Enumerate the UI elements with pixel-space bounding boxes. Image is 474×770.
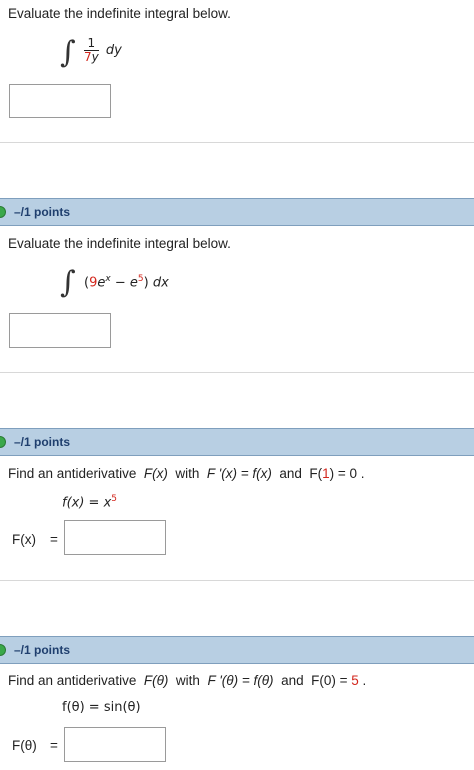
q3-with: with (175, 466, 200, 481)
q2-integrand: (9ex − e5) dx (84, 274, 169, 290)
q1-integral-sign: ∫ (60, 35, 76, 70)
q2-points-label: –/1 points (14, 205, 71, 219)
q1-answer-input[interactable] (9, 84, 111, 118)
q4-cond-val: 5 (351, 673, 359, 688)
q3-given-lhs: f(x) = x (62, 495, 112, 511)
q3-and: and (279, 466, 302, 481)
q4-given: f(θ) = sin(θ) (62, 700, 141, 715)
q3-fx: F(x) (143, 466, 168, 481)
q3-points-label: –/1 points (14, 435, 71, 449)
q2-base2: e (129, 275, 138, 291)
q4-with: with (175, 673, 200, 688)
q3-answer-input[interactable] (64, 520, 166, 555)
q1-numerator: 1 (84, 37, 99, 51)
q1-differential: dy (105, 43, 122, 58)
q2-answer-input[interactable] (9, 313, 111, 348)
q3-points-bar: –/1 points (0, 428, 474, 456)
q4-status-icon (0, 644, 6, 656)
q4-and: and (281, 673, 304, 688)
q3-given-exp: 5 (111, 494, 117, 504)
q3-equals: = (50, 532, 58, 547)
q4-fx: F(θ) (143, 673, 169, 688)
q1-denominator-var: y (91, 50, 99, 64)
q3-fprime: F '(x) = f(x) (206, 466, 272, 481)
q4-prompt: Find an antiderivative F(θ) with F '(θ) … (8, 673, 366, 688)
q3-status-icon (0, 436, 6, 448)
q2-status-icon (0, 206, 6, 218)
q2-differential: dx (152, 275, 169, 291)
divider-2 (0, 372, 474, 373)
q3-prompt: Find an antiderivative F(x) with F '(x) … (8, 466, 365, 481)
q4-points-bar: –/1 points (0, 636, 474, 664)
q1-fraction: 1 7y (84, 37, 99, 64)
q3-prompt-text: Find an antiderivative (8, 466, 137, 481)
q2-integral-sign: ∫ (60, 265, 76, 300)
q2-points-bar: –/1 points (0, 198, 474, 226)
q4-equals: = (50, 738, 58, 753)
q4-answer-label: F(θ) (12, 738, 37, 753)
q1-denominator: 7y (84, 51, 99, 64)
q1-denominator-coef: 7 (84, 50, 92, 64)
divider-3 (0, 580, 474, 581)
q1-prompt: Evaluate the indefinite integral below. (8, 6, 231, 21)
q4-prompt-text: Find an antiderivative (8, 673, 137, 688)
q3-answer-label: F(x) (12, 532, 36, 547)
q4-cond-lhs: F(0) = (311, 673, 352, 688)
q1-integrand: 1 7y dy (84, 37, 122, 64)
q3-cond-lhs: F( (309, 466, 323, 481)
q4-cond-end: . (358, 673, 367, 688)
q4-answer-input[interactable] (64, 727, 166, 762)
q4-points-label: –/1 points (14, 643, 71, 657)
q3-cond-rhs: ) = 0 . (329, 466, 365, 481)
q2-exp1: x (105, 274, 111, 284)
q2-close-paren: ) (143, 275, 149, 291)
q2-prompt: Evaluate the indefinite integral below. (8, 236, 231, 251)
q3-cond-arg: 1 (322, 466, 330, 481)
divider-1 (0, 142, 474, 143)
q4-fprime: F '(θ) = f(θ) (207, 673, 274, 688)
q3-given: f(x) = x5 (62, 494, 117, 510)
q2-minus: − (114, 275, 126, 291)
